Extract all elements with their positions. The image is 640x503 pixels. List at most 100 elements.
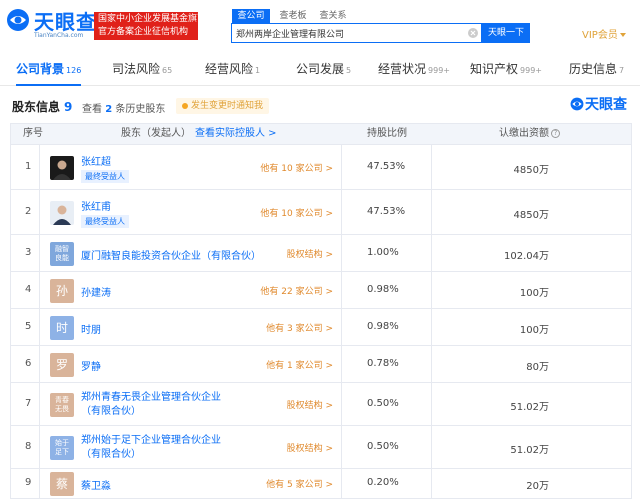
clear-icon[interactable] bbox=[468, 28, 478, 38]
subscribed-capital: 51.02万 bbox=[510, 401, 549, 413]
notify-on-change-button[interactable]: 发生变更时通知我 bbox=[176, 98, 270, 114]
tab-label: 经营状况 bbox=[378, 62, 427, 76]
vip-menu[interactable]: VIP会员 bbox=[582, 26, 626, 41]
avatar[interactable]: 蔡 bbox=[50, 472, 74, 496]
column-divider bbox=[39, 145, 40, 189]
row-index: 7 bbox=[25, 397, 32, 409]
related-companies-link[interactable]: 他有 3 家公司 > bbox=[266, 321, 333, 334]
table-header: 序号 股东（发起人） 查看实际控股人 > 持股比例 认缴出资额? bbox=[10, 123, 632, 145]
related-companies-link[interactable]: 他有 22 家公司 > bbox=[260, 284, 333, 297]
subscribed-capital: 51.02万 bbox=[510, 444, 549, 456]
tab-operating-risk[interactable]: 经营风险 1 bbox=[205, 56, 260, 86]
subscribed-capital: 20万 bbox=[526, 481, 549, 492]
tab-judicial-risk[interactable]: 司法风险 65 bbox=[112, 56, 172, 86]
beneficiary-tag: 最终受益人 bbox=[81, 214, 129, 228]
view-controller-link[interactable]: 查看实际控股人 > bbox=[195, 128, 277, 139]
search-input[interactable] bbox=[236, 26, 464, 40]
row-index: 1 bbox=[25, 160, 32, 172]
header-capital: 认缴出资额? bbox=[499, 124, 560, 144]
shareholder-name-link[interactable]: 张红甫 bbox=[81, 198, 111, 213]
shareholder-name-link[interactable]: 郑州青春无畏企业管理合伙企业（有限合伙） bbox=[81, 391, 231, 419]
tab-intellectual-property[interactable]: 知识产权 999+ bbox=[470, 56, 542, 86]
subscribed-capital: 80万 bbox=[526, 361, 549, 373]
share-ratio: 47.53% bbox=[367, 160, 406, 172]
shareholder-name-link[interactable]: 蔡卫淼 bbox=[81, 477, 111, 492]
table-row: 9 蔡蔡卫淼 他有 5 家公司 > 0.20% 20万 bbox=[10, 469, 632, 499]
tab-search-company[interactable]: 查公司 bbox=[232, 9, 270, 23]
tab-history-info[interactable]: 历史信息 7 bbox=[569, 56, 624, 86]
table-row: 4 孙孙建涛 他有 22 家公司 > 0.98% 100万 bbox=[10, 272, 632, 309]
main-nav-tabs: 公司背景 126 司法风险 65 经营风险 1 公司发展 5 经营状况 999+ 知识产权… bbox=[0, 56, 640, 86]
related-companies-link[interactable]: 他有 1 家公司 > bbox=[266, 358, 333, 371]
shareholder-name-link[interactable]: 时朋 bbox=[81, 321, 101, 336]
shareholder-name-link[interactable]: 孙建涛 bbox=[81, 284, 111, 299]
related-companies-link[interactable]: 他有 10 家公司 > bbox=[260, 206, 333, 219]
related-companies-link[interactable]: 股权结构 > bbox=[287, 398, 333, 411]
column-divider bbox=[39, 469, 40, 498]
avatar[interactable]: 孙 bbox=[50, 278, 74, 303]
column-divider bbox=[39, 346, 40, 382]
tab-count: 7 bbox=[619, 66, 625, 75]
subscribed-capital: 4850万 bbox=[513, 164, 549, 176]
column-divider bbox=[341, 190, 342, 234]
tab-company-development[interactable]: 公司发展 5 bbox=[296, 56, 351, 86]
notify-label: 发生变更时通知我 bbox=[191, 101, 264, 111]
avatar[interactable]: 始于 足下 bbox=[50, 435, 74, 460]
shareholder-name-link[interactable]: 郑州始于足下企业管理合伙企业（有限合伙） bbox=[81, 434, 231, 462]
shareholder-name-link[interactable]: 罗静 bbox=[81, 358, 101, 373]
shareholder-name-link[interactable]: 张红超 bbox=[81, 153, 111, 168]
tab-count: 65 bbox=[162, 66, 173, 75]
tab-count: 999+ bbox=[428, 66, 450, 75]
table-row: 5 时时朋 他有 3 家公司 > 0.98% 100万 bbox=[10, 309, 632, 346]
search-box bbox=[231, 23, 482, 43]
tab-business-status[interactable]: 经营状况 999+ bbox=[378, 56, 450, 86]
share-ratio: 0.50% bbox=[367, 397, 399, 409]
avatar[interactable]: 罗 bbox=[50, 352, 74, 377]
avatar-line-1: 始于 bbox=[55, 438, 69, 447]
column-divider bbox=[39, 383, 40, 425]
history-count: 2 bbox=[105, 104, 113, 115]
bell-icon bbox=[182, 102, 188, 109]
related-companies-link[interactable]: 他有 5 家公司 > bbox=[266, 477, 333, 490]
column-divider bbox=[341, 309, 342, 345]
tab-search-relation[interactable]: 查关系 bbox=[316, 9, 350, 23]
eye-logo-icon bbox=[7, 9, 29, 31]
row-index: 5 bbox=[25, 320, 32, 332]
column-divider bbox=[341, 346, 342, 382]
top-header: 天眼查 TianYanCha.com 国家中小企业发展基金旗下 官方备案企业征信… bbox=[0, 0, 640, 52]
section-count: 9 bbox=[64, 100, 73, 114]
avatar[interactable]: 时 bbox=[50, 315, 74, 340]
related-companies-link[interactable]: 股权结构 > bbox=[287, 247, 333, 260]
subscribed-capital: 100万 bbox=[519, 287, 549, 299]
related-companies-link[interactable]: 股权结构 > bbox=[287, 441, 333, 454]
header-ratio: 持股比例 bbox=[367, 128, 407, 139]
history-shareholders-link[interactable]: 查看 2 条历史股东 bbox=[82, 100, 165, 115]
badge-line-2: 官方备案企业征信机构 bbox=[98, 27, 189, 37]
chevron-down-icon bbox=[619, 33, 626, 37]
subscribed-capital: 100万 bbox=[519, 324, 549, 336]
tab-count: 5 bbox=[346, 66, 352, 75]
share-ratio: 0.98% bbox=[367, 283, 399, 295]
share-ratio: 47.53% bbox=[367, 205, 406, 217]
tianyancha-logo[interactable]: 天眼查 TianYanCha.com bbox=[6, 6, 96, 42]
share-ratio: 0.50% bbox=[367, 440, 399, 452]
tab-company-background[interactable]: 公司背景 126 bbox=[16, 56, 82, 86]
column-divider bbox=[39, 235, 40, 271]
search-button[interactable]: 天眼一下 bbox=[482, 23, 530, 43]
help-icon[interactable]: ? bbox=[551, 128, 560, 138]
eye-logo-icon bbox=[570, 97, 584, 111]
history-suffix: 条历史股东 bbox=[115, 104, 166, 115]
column-divider bbox=[341, 235, 342, 271]
column-divider bbox=[341, 383, 342, 425]
avatar-photo[interactable] bbox=[50, 155, 74, 180]
shareholder-section-header: 股东信息 9 查看 2 条历史股东 发生变更时通知我 天眼查 bbox=[0, 92, 640, 120]
tab-label: 公司发展 bbox=[296, 62, 345, 76]
avatar[interactable]: 青春 无畏 bbox=[50, 392, 74, 417]
shareholder-name-link[interactable]: 厦门融智良能投资合伙企业（有限合伙） bbox=[81, 247, 261, 262]
tab-search-boss[interactable]: 查老板 bbox=[276, 9, 310, 23]
avatar-photo[interactable] bbox=[50, 200, 74, 225]
related-companies-link[interactable]: 他有 10 家公司 > bbox=[260, 161, 333, 174]
avatar[interactable]: 融智 良能 bbox=[50, 241, 74, 266]
header-index: 序号 bbox=[23, 128, 43, 139]
row-index: 3 bbox=[25, 246, 32, 258]
